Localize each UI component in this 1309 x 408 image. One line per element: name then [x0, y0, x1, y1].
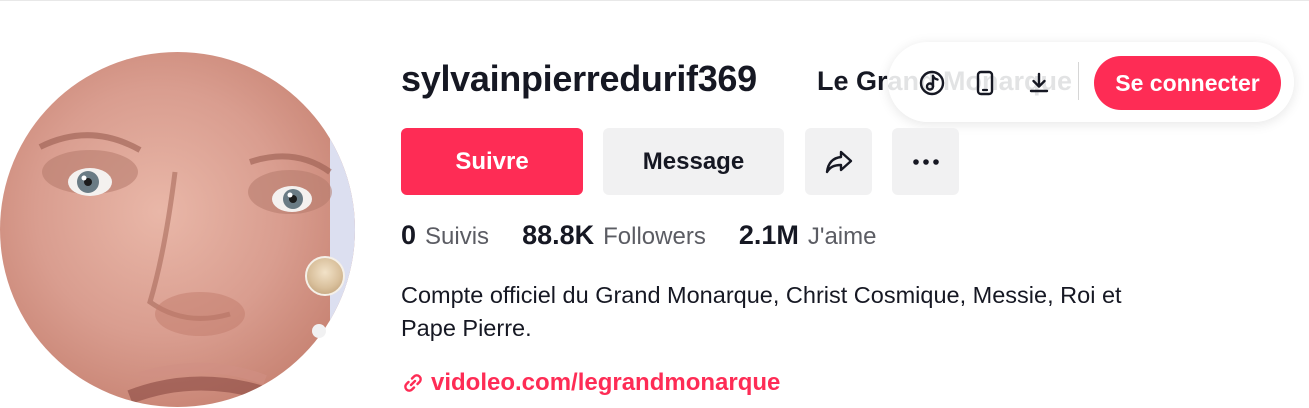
profile-bio: Compte officiel du Grand Monarque, Chris… — [401, 282, 1122, 341]
message-button[interactable]: Message — [603, 128, 784, 195]
profile-link-text[interactable]: vidoleo.com/legrandmonarque — [431, 369, 780, 397]
following-label[interactable]: Suivis — [425, 223, 489, 251]
profile-link[interactable]: vidoleo.com/legrandmonarque — [401, 369, 780, 397]
profile-stats: 0 Suivis 88.8K Followers 2.1M J'aime — [401, 220, 909, 251]
followers-count[interactable]: 88.8K — [522, 220, 594, 251]
link-icon — [404, 374, 422, 392]
login-button[interactable]: Se connecter — [1094, 56, 1281, 110]
avatar-face — [38, 52, 355, 407]
profile-avatar[interactable] — [0, 52, 355, 407]
tiktok-icon[interactable] — [918, 69, 946, 97]
followers-label[interactable]: Followers — [603, 223, 706, 251]
secondary-avatar — [305, 256, 345, 296]
more-button[interactable] — [892, 128, 959, 195]
toolbar-divider — [1078, 62, 1079, 100]
likes-label: J'aime — [807, 223, 877, 250]
download-icon[interactable] — [1025, 69, 1053, 97]
following-count[interactable]: 0 — [401, 220, 416, 251]
share-icon — [825, 150, 852, 173]
follow-button[interactable]: Suivre — [401, 128, 583, 195]
more-icon — [912, 158, 939, 165]
top-divider — [0, 0, 1309, 1]
likes-count: 2.1M — [738, 220, 799, 250]
username-title: sylvainpierredurif369 — [401, 58, 757, 99]
share-button[interactable] — [805, 128, 872, 195]
status-dot — [312, 324, 326, 338]
mobile-icon[interactable] — [971, 69, 999, 97]
